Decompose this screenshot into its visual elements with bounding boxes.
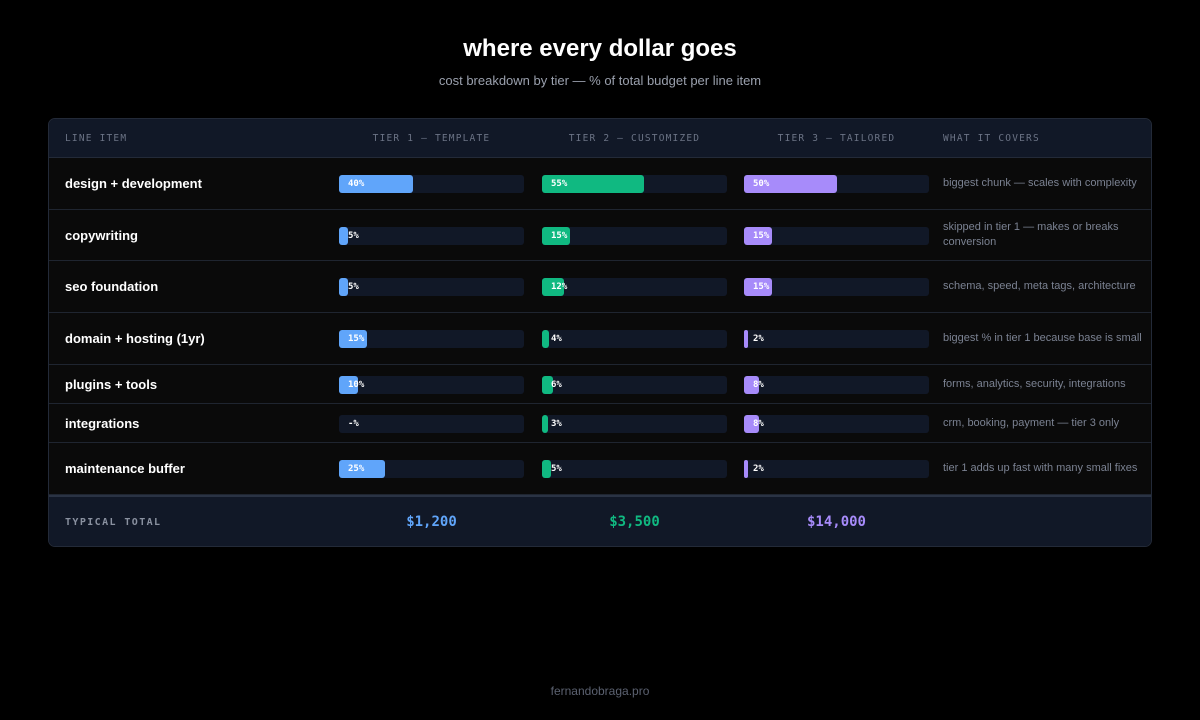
tier-1-bar-track: 25%: [339, 460, 524, 478]
tier-1-percent-label: -%: [348, 418, 359, 429]
tier-1-bar-track: 10%: [339, 375, 524, 394]
tier-1-percent-label: 5%: [348, 230, 359, 241]
cost-breakdown-table: line item tier 1 — template tier 2 — cus…: [48, 118, 1152, 547]
tier-2-bar-track: 3%: [542, 414, 727, 433]
tier-1-percent-label: 5%: [348, 282, 359, 292]
line-item-label: seo foundation: [65, 279, 159, 294]
total-tier-3: $14,000: [806, 514, 866, 530]
tier-2-bar: [542, 414, 548, 433]
line-item-label: plugins + tools: [65, 376, 158, 392]
tier-2-bar: [542, 460, 552, 478]
tier-2-bar-track: 15%: [542, 226, 727, 245]
total-label: typical total: [65, 517, 162, 528]
tier-3-bar: [744, 460, 748, 478]
total-tier-2: $3,500: [609, 514, 660, 530]
page-title: where every dollar goes: [463, 35, 737, 62]
what-it-covers-text: forms, analytics, security, integrations: [943, 377, 1126, 390]
table-row: design + development 40% 55% 50% biggest chu…: [49, 158, 1151, 210]
tier-3-bar-track: 15%: [744, 226, 929, 245]
header-tier-2: tier 2 — customized: [568, 133, 701, 144]
tier-2-percent-label: 15%: [551, 230, 568, 241]
tier-2-percent-label: 55%: [551, 179, 568, 189]
line-item-label: maintenance buffer: [65, 461, 185, 476]
tier-2-bar-track: 4%: [542, 330, 727, 348]
line-item-label: copywriting: [65, 227, 138, 243]
tier-2-bar-track: 6%: [542, 375, 727, 394]
table-row: copywriting 5% 15% 15% skipped in tier 1 — m…: [49, 210, 1151, 261]
tier-2-percent-label: 5%: [551, 464, 562, 474]
tier-2-bar: [542, 330, 550, 348]
tier-2-percent-label: 6%: [551, 379, 562, 390]
tier-1-percent-label: 15%: [348, 334, 365, 344]
what-it-covers-text: schema, speed, meta tags, architecture: [943, 280, 1136, 292]
header-line-item: line item: [65, 133, 128, 144]
tier-1-percent-label: 40%: [348, 179, 365, 189]
tier-1-percent-label: 10%: [348, 379, 365, 390]
page-subtitle: cost breakdown by tier — % of total budg…: [438, 73, 762, 88]
tier-3-bar-track: 8%: [744, 375, 929, 394]
tier-2-percent-label: 3%: [551, 418, 562, 429]
tier-3-bar-track: 15%: [744, 278, 929, 296]
tier-3-percent-label: 2%: [753, 334, 764, 344]
table-row: integrations -% 3% 8% crm, booking, payment …: [49, 404, 1151, 443]
what-it-covers-text: tier 1 adds up fast with many small fixe…: [943, 462, 1138, 474]
header-what-it-covers: what it covers: [943, 133, 1040, 144]
tier-2-percent-label: 4%: [551, 334, 562, 344]
table-row: domain + hosting (1yr) 15% 4% 2% biggest % i…: [49, 313, 1151, 365]
footer-site: fernandobraga.pro: [550, 684, 650, 698]
tier-3-percent-label: 50%: [753, 179, 770, 189]
table-row: plugins + tools 10% 6% 8% forms, analytics, …: [49, 365, 1151, 404]
tier-1-bar-track: 5%: [339, 278, 524, 296]
tier-1-bar: [339, 278, 349, 296]
tier-2-bar-track: 55%: [542, 175, 727, 193]
tier-3-bar: [744, 330, 748, 348]
tier-2-percent-label: 12%: [551, 282, 568, 292]
tier-1-bar-track: 15%: [339, 330, 524, 348]
tier-3-bar-track: 2%: [744, 460, 929, 478]
tier-2-bar-track: 12%: [542, 278, 727, 296]
line-item-label: integrations: [65, 415, 140, 431]
what-it-covers-text: biggest chunk — scales with complexity: [943, 177, 1137, 189]
tier-1-percent-label: 25%: [348, 464, 365, 474]
tier-2-bar-track: 5%: [542, 460, 727, 478]
table-row: maintenance buffer 25% 5% 2% tier 1 adds up …: [49, 443, 1151, 495]
tier-3-bar-track: 2%: [744, 330, 929, 348]
table-row: seo foundation 5% 12% 15% schema, speed, met…: [49, 261, 1151, 313]
header-tier-1: tier 1 — template: [372, 133, 491, 144]
tier-3-percent-label: 2%: [753, 464, 764, 474]
line-item-label: domain + hosting (1yr): [65, 331, 205, 346]
tier-3-percent-label: 8%: [753, 379, 764, 390]
tier-1-bar-track: 5%: [339, 226, 524, 245]
tier-3-bar-track: 50%: [744, 175, 929, 193]
what-it-covers-text: crm, booking, payment — tier 3 only: [943, 416, 1120, 429]
what-it-covers-text: biggest % in tier 1 because base is smal…: [943, 332, 1142, 344]
line-item-label: design + development: [65, 176, 202, 191]
total-row: typical total $1,200 $3,500 $14,000: [49, 495, 1151, 546]
total-tier-1: $1,200: [406, 514, 457, 530]
what-it-covers-text: skipped in tier 1 — makes or breaks conv…: [943, 220, 1119, 249]
tier-1-bar-track: 40%: [339, 175, 524, 193]
tier-1-bar: [339, 226, 349, 245]
tier-1-bar-track: -%: [339, 414, 524, 433]
header-tier-3: tier 3 — tailored: [777, 133, 896, 144]
tier-3-bar-track: 8%: [744, 414, 929, 433]
tier-3-percent-label: 15%: [753, 282, 770, 292]
tier-3-percent-label: 15%: [753, 230, 770, 241]
table-header: line item tier 1 — template tier 2 — cus…: [49, 119, 1151, 158]
tier-3-percent-label: 8%: [753, 418, 764, 429]
